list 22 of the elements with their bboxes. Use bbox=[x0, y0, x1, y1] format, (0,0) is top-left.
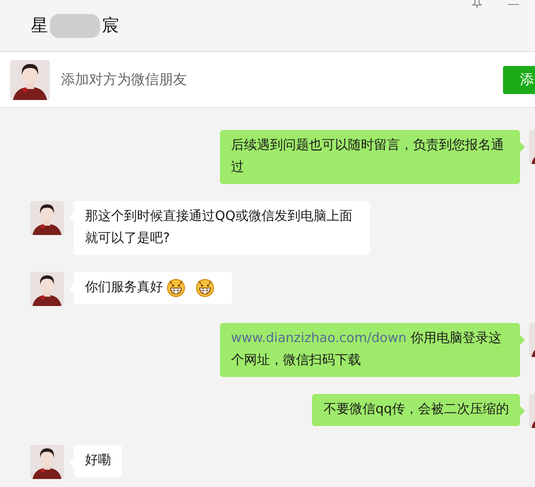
avatar bbox=[30, 445, 64, 479]
avatar bbox=[30, 201, 64, 235]
contact-name: 宸 bbox=[102, 15, 119, 37]
message-text: 好嘞 bbox=[85, 453, 111, 468]
contact-name: 星 bbox=[31, 15, 48, 37]
pin-icon[interactable] bbox=[472, 0, 482, 8]
grinning-face-icon bbox=[166, 277, 186, 298]
message-text: 那这个到时候直接通过QQ或微信发到电脑上面就可以了是吧? bbox=[85, 209, 352, 246]
grinning-face-icon bbox=[195, 277, 215, 298]
add-friend-prompt: 添加对方为微信朋友 bbox=[61, 70, 188, 88]
avatar bbox=[529, 130, 535, 164]
blurred-region bbox=[50, 14, 100, 38]
message-text: 不要微信qq传，会被二次压缩的 bbox=[323, 402, 509, 417]
avatar bbox=[30, 272, 64, 306]
message-text: www.dianzizhao.com/down 你用电脑登录这个网址，微信扫码下载 bbox=[231, 331, 502, 368]
message-text: 你们服务真好 bbox=[85, 280, 163, 295]
link[interactable]: www.dianzizhao.com/down bbox=[231, 331, 406, 346]
avatar bbox=[10, 60, 50, 100]
message-text: 后续遇到问题也可以随时留言，负责到您报名通过 bbox=[231, 138, 504, 175]
add-button[interactable]: 添 bbox=[503, 66, 535, 94]
avatar bbox=[529, 323, 535, 357]
avatar bbox=[529, 394, 535, 428]
